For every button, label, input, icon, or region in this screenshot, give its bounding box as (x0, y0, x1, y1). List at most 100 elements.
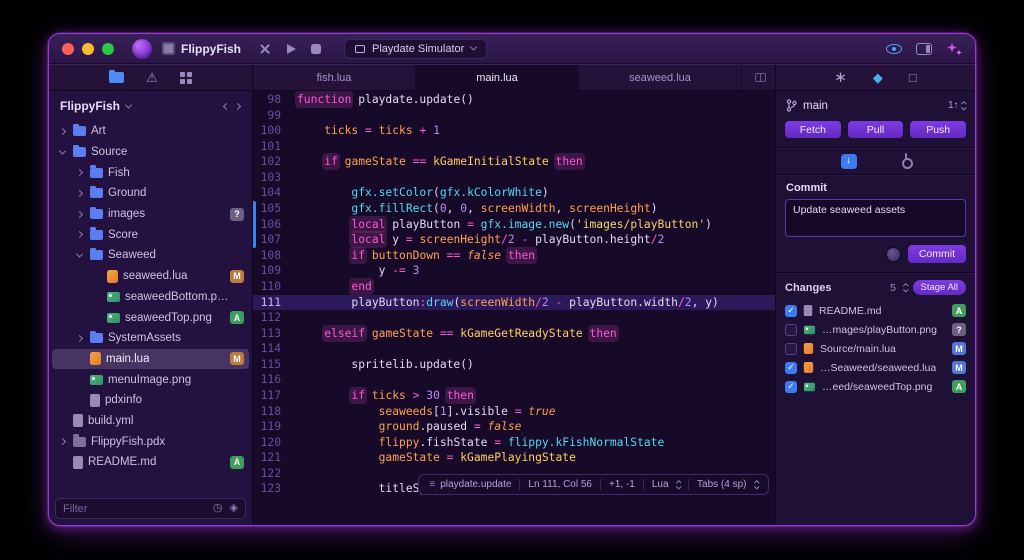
code-line[interactable]: 101 (253, 139, 775, 155)
commit-message-input[interactable]: Update seaweed assets (785, 199, 966, 237)
tree-item-Ground[interactable]: Ground (52, 183, 249, 204)
frame-icon[interactable]: □ (909, 71, 917, 84)
pull-button[interactable]: Pull (848, 121, 904, 138)
project-button[interactable]: FlippyFish (162, 42, 241, 56)
commit-node-icon[interactable] (901, 153, 911, 169)
code-line[interactable]: 98function playdate.update() (253, 92, 775, 108)
run-icon[interactable] (287, 44, 296, 54)
chevron-right-icon (74, 170, 85, 175)
symbol-breadcrumb[interactable]: ≡ playdate.update (421, 479, 519, 490)
code-line[interactable]: 107 local y = screenHeight/2 - playButto… (253, 232, 775, 248)
tree-item-seaweedBottom.p…[interactable]: seaweedBottom.p… (52, 287, 249, 308)
back-icon[interactable] (223, 102, 230, 109)
file-label: Fish (108, 167, 130, 179)
branch-row[interactable]: main 1↑ (776, 91, 975, 118)
change-row[interactable]: README.mdA (776, 301, 975, 320)
tree-item-Source[interactable]: Source (52, 142, 249, 163)
code-area[interactable]: 98function playdate.update()99100 ticks … (253, 91, 775, 497)
minimize-button[interactable] (82, 43, 94, 55)
tree-item-FlippyFish.pdx[interactable]: FlippyFish.pdx (52, 431, 249, 452)
asterisk-icon[interactable]: ∗ (834, 70, 847, 85)
code-line[interactable]: 111 playButton:draw(screenWidth/2 - play… (253, 295, 775, 311)
code-line[interactable]: 113 elseif gameState == kGameGetReadySta… (253, 326, 775, 342)
tree-item-build.yml[interactable]: build.yml (52, 411, 249, 432)
code-line[interactable]: 117 if ticks > 30 then (253, 388, 775, 404)
tree-item-Fish[interactable]: Fish (52, 162, 249, 183)
tree-item-Score[interactable]: Score (52, 224, 249, 245)
code-line[interactable]: 118 seaweeds[1].visible = true (253, 404, 775, 420)
change-row[interactable]: …Seaweed/seaweed.luaM (776, 358, 975, 377)
code-line[interactable]: 102 if gameState == kGameInitialState th… (253, 154, 775, 170)
code-line[interactable]: 120 flippy.fishState = flippy.kFishNorma… (253, 435, 775, 451)
commit-avatar-icon[interactable] (886, 247, 901, 262)
tree-item-seaweedTop.png[interactable]: seaweedTop.pngA (52, 307, 249, 328)
tree-item-Seaweed[interactable]: Seaweed (52, 245, 249, 266)
run-target-dropdown[interactable]: Playdate Simulator (344, 39, 487, 59)
code-line[interactable]: 104 gfx.setColor(gfx.kColorWhite) (253, 185, 775, 201)
code-line[interactable]: 119 ground.paused = false (253, 419, 775, 435)
tree-item-menuImage.png[interactable]: menuImage.png (52, 369, 249, 390)
tree-item-SystemAssets[interactable]: SystemAssets (52, 328, 249, 349)
filter-options-icon[interactable]: ◈ (230, 503, 238, 514)
split-editor-icon[interactable] (755, 73, 766, 82)
change-row[interactable]: Source/main.luaM (776, 339, 975, 358)
zoom-button[interactable] (102, 43, 114, 55)
stop-icon[interactable] (311, 44, 321, 54)
tools-icon[interactable] (258, 42, 272, 56)
code-line[interactable]: 103 (253, 170, 775, 186)
stepper-icon[interactable] (904, 283, 908, 293)
code-line[interactable]: 109 y -= 3 (253, 263, 775, 279)
code-line[interactable]: 114 (253, 341, 775, 357)
folder-icon (73, 147, 86, 157)
push-button[interactable]: Push (910, 121, 966, 138)
commit-button[interactable]: Commit (908, 245, 966, 263)
code-line[interactable]: 100 ticks = ticks + 1 (253, 123, 775, 139)
tab-main.lua[interactable]: main.lua (416, 65, 579, 90)
stage-checkbox[interactable] (785, 324, 797, 336)
code-line[interactable]: 112 (253, 310, 775, 326)
cursor-position[interactable]: Ln 111, Col 56 (520, 479, 600, 490)
files-view-icon[interactable] (109, 72, 124, 83)
stepper-icon (677, 480, 681, 490)
stage-checkbox[interactable] (785, 362, 797, 374)
tree-item-Art[interactable]: Art (52, 121, 249, 142)
preview-eye-icon[interactable] (886, 44, 902, 54)
tree-item-seaweed.lua[interactable]: seaweed.luaM (52, 266, 249, 287)
stage-view-icon[interactable]: ↓ (841, 154, 857, 169)
tree-item-pdxinfo[interactable]: pdxinfo (52, 390, 249, 411)
stage-checkbox[interactable] (785, 343, 797, 355)
diff-stats[interactable]: +1, -1 (601, 479, 643, 490)
code-line[interactable]: 105 gfx.fillRect(0, 0, screenWidth, scre… (253, 201, 775, 217)
filter-input[interactable] (63, 503, 206, 515)
tree-item-main.lua[interactable]: main.luaM (52, 349, 249, 370)
indent-selector[interactable]: Tabs (4 sp) (689, 479, 766, 490)
change-row[interactable]: …eed/seaweedTop.pngA (776, 377, 975, 396)
change-row[interactable]: …mages/playButton.png? (776, 320, 975, 339)
tab-fish.lua[interactable]: fish.lua (253, 65, 416, 90)
forward-icon[interactable] (234, 102, 241, 109)
sparkles-icon[interactable] (946, 41, 962, 57)
code-line[interactable]: 115 spritelib.update() (253, 357, 775, 373)
recent-icon[interactable]: ◷ (213, 503, 223, 514)
code-line[interactable]: 110 end (253, 279, 775, 295)
code-line[interactable]: 108 if buttonDown == false then (253, 248, 775, 264)
tree-item-images[interactable]: images? (52, 204, 249, 225)
language-selector[interactable]: Lua (644, 479, 688, 490)
code-line[interactable]: 121 gameState = kGamePlayingState (253, 450, 775, 466)
stage-checkbox[interactable] (785, 305, 797, 317)
tree-item-README.md[interactable]: README.mdA (52, 452, 249, 473)
code-line[interactable]: 116 (253, 372, 775, 388)
stepper-icon[interactable] (962, 101, 966, 111)
stage-all-button[interactable]: Stage All (913, 280, 967, 295)
code-line[interactable]: 99 (253, 108, 775, 124)
close-button[interactable] (62, 43, 74, 55)
gem-icon[interactable]: ◆ (873, 71, 883, 84)
code-line[interactable]: 106 local playButton = gfx.image.new('im… (253, 217, 775, 233)
tab-seaweed.lua[interactable]: seaweed.lua (579, 65, 742, 90)
fetch-button[interactable]: Fetch (785, 121, 841, 138)
grid-view-icon[interactable] (180, 72, 192, 84)
panel-toggle-icon[interactable] (916, 43, 932, 55)
project-selector[interactable]: FlippyFish (49, 91, 252, 118)
warning-icon[interactable]: ⚠ (146, 71, 158, 84)
stage-checkbox[interactable] (785, 381, 797, 393)
